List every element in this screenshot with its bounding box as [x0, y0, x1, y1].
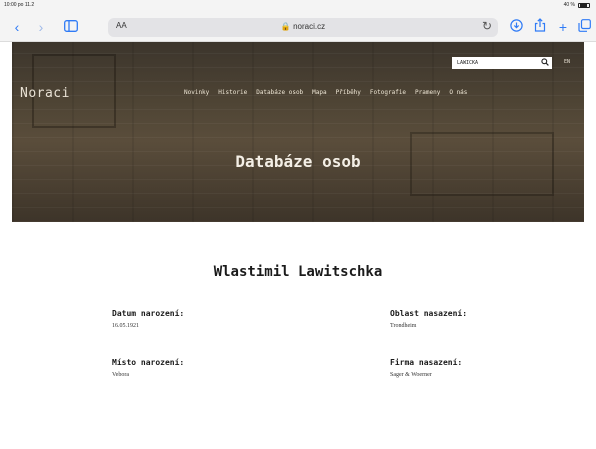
nav-item-databaze-osob[interactable]: Databáze osob [256, 89, 303, 96]
birth-date-value: 16.05.1921 [112, 323, 139, 329]
page-title: Databáze osob [235, 152, 361, 171]
battery-percent: 40 % [563, 2, 575, 8]
hero-banner: Noraci Novinky Historie Databáze osob Ma… [12, 42, 584, 222]
status-time: 10:00 po 11.2 [4, 2, 35, 8]
address-bar[interactable]: AA 🔒 noraci.cz ↻ [108, 18, 498, 37]
sidebar-icon[interactable] [62, 18, 80, 36]
deployment-company-value: Sager & Woerner [390, 372, 432, 378]
birth-place-label: Místo narození: [112, 358, 185, 367]
nav-item-pribehy[interactable]: Příběhy [336, 89, 361, 96]
nav-item-fotografie[interactable]: Fotografie [370, 89, 406, 96]
share-icon[interactable] [532, 18, 548, 36]
status-indicators: 40 % [564, 2, 590, 8]
download-icon[interactable] [508, 18, 524, 36]
deployment-area-label: Oblast nasazení: [390, 309, 468, 318]
chevron-left-icon[interactable]: ‹ [10, 18, 24, 36]
tabs-icon[interactable] [576, 18, 592, 36]
birth-date-label: Datum narození: [112, 309, 185, 318]
status-bar: 10:00 po 11.2 40 % [0, 0, 596, 12]
chevron-right-icon[interactable]: › [34, 18, 48, 36]
battery-icon [578, 2, 590, 8]
nav-item-o-nas[interactable]: O nás [449, 89, 467, 96]
nav-item-mapa[interactable]: Mapa [312, 89, 326, 96]
language-switch[interactable]: EN [564, 59, 570, 65]
reload-icon[interactable]: ↻ [482, 19, 492, 33]
nav-item-historie[interactable]: Historie [218, 89, 247, 96]
deployment-area-value: Trondheim [390, 323, 417, 329]
plus-icon[interactable]: + [556, 18, 570, 36]
nav-item-prameny[interactable]: Prameny [415, 89, 440, 96]
search-box [452, 57, 552, 69]
birth-place-value: Vebora [112, 372, 129, 378]
person-name: Wlastimil Lawitschka [213, 264, 383, 280]
deployment-company-label: Firma nasazení: [390, 358, 463, 367]
site-logo[interactable]: Noraci [20, 86, 70, 101]
url-domain: noraci.cz [293, 22, 326, 31]
nav-item-novinky[interactable]: Novinky [184, 89, 209, 96]
browser-toolbar: ‹ › AA 🔒 noraci.cz ↻ + [0, 12, 596, 42]
search-icon[interactable] [541, 57, 549, 69]
search-input[interactable] [452, 57, 538, 69]
main-nav: Novinky Historie Databáze osob Mapa Příb… [184, 89, 467, 96]
url-text: 🔒 noraci.cz [280, 22, 326, 31]
